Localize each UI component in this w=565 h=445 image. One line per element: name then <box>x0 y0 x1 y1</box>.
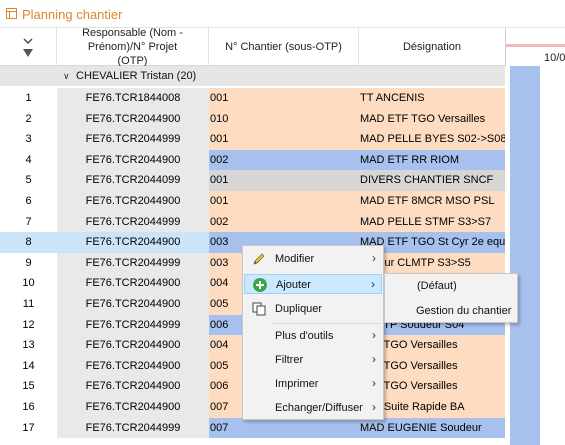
submenu-arrow-icon: › <box>372 328 376 342</box>
otp-cell[interactable]: FE76.TCR2044900 <box>57 273 209 294</box>
otp-cell[interactable]: FE76.TCR2044099 <box>57 170 209 191</box>
window-title: Planning chantier <box>22 7 123 22</box>
designation-cell[interactable]: MAD PELLE BYES S02->S08 <box>359 129 505 150</box>
chantier-cell[interactable]: 001 <box>209 190 359 212</box>
submenu-arrow-icon: › <box>371 277 375 291</box>
sort-down-icon[interactable] <box>23 48 33 57</box>
row-number[interactable]: 15 <box>0 376 57 397</box>
row-number[interactable]: 7 <box>0 212 57 233</box>
submenu-arrow-icon: › <box>372 251 376 265</box>
submenu-ajouter: (Défaut) Gestion du chantier <box>384 273 518 323</box>
column-header-designation[interactable]: Désignation <box>359 28 505 66</box>
table-row[interactable]: 1 FE76.TCR1844008 001 TT ANCENIS <box>0 88 505 109</box>
otp-cell[interactable]: FE76.TCR2044999 <box>57 417 209 439</box>
menu-item-modifier[interactable]: Modifier › <box>244 249 382 269</box>
title-bar: Planning chantier <box>0 0 565 28</box>
designation-cell[interactable]: MAD PELLE STMF S3>S7 <box>359 211 505 233</box>
row-number[interactable]: 16 <box>0 397 57 418</box>
table-header: Responsable (Nom - Prénom)/N° Projet (OT… <box>0 27 505 67</box>
row-number[interactable]: 2 <box>0 109 57 130</box>
row-number[interactable]: 9 <box>0 253 57 274</box>
chantier-cell[interactable]: 002 <box>209 149 359 171</box>
designation-cell[interactable]: MAD EUGENIE Soudeur <box>359 417 505 439</box>
row-number[interactable]: 13 <box>0 335 57 356</box>
row-number[interactable]: 8 <box>0 232 57 253</box>
otp-cell[interactable]: FE76.TCR2044900 <box>57 149 209 171</box>
otp-cell[interactable]: FE76.TCR2044900 <box>57 293 209 315</box>
otp-cell[interactable]: FE76.TCR2044999 <box>57 252 209 274</box>
submenu-arrow-icon: › <box>372 400 376 414</box>
submenu-arrow-icon: › <box>372 376 376 390</box>
otp-cell[interactable]: FE76.TCR2044900 <box>57 190 209 212</box>
menu-separator <box>273 323 381 324</box>
otp-cell[interactable]: FE76.TCR2044900 <box>57 355 209 377</box>
designation-cell[interactable]: MAD ETF RR RIOM <box>359 149 505 171</box>
collapse-chevron-icon[interactable]: ∨ <box>63 71 70 82</box>
chantier-cell[interactable]: 001 <box>209 170 359 191</box>
chantier-cell[interactable]: 001 <box>209 129 359 150</box>
otp-cell[interactable]: FE76.TCR2044900 <box>57 335 209 356</box>
chevron-down-icon[interactable] <box>23 38 33 45</box>
gantt-date-label: 10/0 <box>544 52 565 64</box>
context-menu: Modifier › Ajouter › Dupliquer Plus d'ou… <box>242 245 384 420</box>
otp-cell[interactable]: FE76.TCR2044900 <box>57 108 209 130</box>
table-row[interactable]: 4 FE76.TCR2044900 002 MAD ETF RR RIOM <box>0 149 505 171</box>
designation-cell[interactable]: MAD ETF 8MCR MSO PSL <box>359 190 505 212</box>
otp-cell[interactable]: FE76.TCR2044999 <box>57 129 209 150</box>
menu-item-echanger-diffuser[interactable]: Echanger/Diffuser › <box>244 398 382 418</box>
row-number[interactable]: 17 <box>0 418 57 439</box>
otp-cell[interactable]: FE76.TCR2044900 <box>57 396 209 418</box>
menu-item-filtrer[interactable]: Filtrer › <box>244 350 382 370</box>
otp-cell[interactable]: FE76.TCR2044999 <box>57 211 209 233</box>
table-row[interactable]: 5 FE76.TCR2044099 001 DIVERS CHANTIER SNCF <box>0 170 505 191</box>
chantier-cell[interactable]: 001 <box>209 88 359 109</box>
chantier-cell[interactable]: 007 <box>209 417 359 439</box>
otp-cell[interactable]: FE76.TCR2044999 <box>57 314 209 336</box>
column-header-chantier[interactable]: N° Chantier (sous-OTP) <box>209 28 359 66</box>
menu-item-ajouter[interactable]: Ajouter › <box>244 274 382 294</box>
table-row[interactable]: 7 FE76.TCR2044999 002 MAD PELLE STMF S3>S7 <box>0 211 505 233</box>
row-number[interactable]: 4 <box>0 150 57 171</box>
row-number[interactable]: 6 <box>0 191 57 212</box>
row-number[interactable]: 12 <box>0 315 57 336</box>
row-number[interactable]: 1 <box>0 88 57 109</box>
group-row[interactable]: ∨ CHEVALIER Tristan (20) <box>0 66 505 86</box>
group-label: CHEVALIER Tristan (20) <box>76 70 197 82</box>
row-number[interactable]: 10 <box>0 273 57 294</box>
planning-icon <box>6 8 17 19</box>
pencil-icon <box>253 253 265 265</box>
table-row[interactable]: 6 FE76.TCR2044900 001 MAD ETF 8MCR MSO PSL <box>0 190 505 212</box>
row-number[interactable]: 5 <box>0 170 57 191</box>
row-number[interactable]: 11 <box>0 294 57 315</box>
otp-cell[interactable]: FE76.TCR1844008 <box>57 88 209 109</box>
table-row[interactable]: 17 FE76.TCR2044999 007 MAD EUGENIE Soudeur <box>0 417 505 439</box>
copy-icon <box>252 302 266 316</box>
menu-item-imprimer[interactable]: Imprimer › <box>244 374 382 394</box>
gantt-column[interactable] <box>510 66 540 445</box>
gantt-header: 10/0 <box>505 28 565 66</box>
submenu-item-gestion-chantier[interactable]: Gestion du chantier <box>416 302 511 320</box>
gantt-stripe <box>506 44 565 47</box>
row-number[interactable]: 3 <box>0 129 57 150</box>
table-row[interactable]: 2 FE76.TCR2044900 010 MAD ETF TGO Versaille… <box>0 108 505 130</box>
row-number[interactable]: 14 <box>0 356 57 377</box>
designation-cell[interactable]: MAD ETF TGO Versailles <box>359 108 505 130</box>
table-row[interactable]: 3 FE76.TCR2044999 001 MAD PELLE BYES S02->S… <box>0 129 505 150</box>
otp-cell[interactable]: FE76.TCR2044900 <box>57 376 209 397</box>
designation-cell[interactable]: TT ANCENIS <box>359 88 505 109</box>
otp-cell[interactable]: FE76.TCR2044900 <box>57 232 209 253</box>
chantier-cell[interactable]: 010 <box>209 108 359 130</box>
menu-item-dupliquer[interactable]: Dupliquer <box>244 299 382 319</box>
menu-item-plus-outils[interactable]: Plus d'outils › <box>244 326 382 346</box>
sort-toggle[interactable] <box>0 28 57 66</box>
submenu-item-defaut[interactable]: (Défaut) <box>417 277 457 295</box>
column-header-responsable[interactable]: Responsable (Nom - Prénom)/N° Projet (OT… <box>57 27 209 67</box>
chantier-cell[interactable]: 002 <box>209 211 359 233</box>
submenu-arrow-icon: › <box>372 352 376 366</box>
designation-cell[interactable]: DIVERS CHANTIER SNCF <box>359 170 505 191</box>
plus-circle-icon <box>253 278 267 292</box>
